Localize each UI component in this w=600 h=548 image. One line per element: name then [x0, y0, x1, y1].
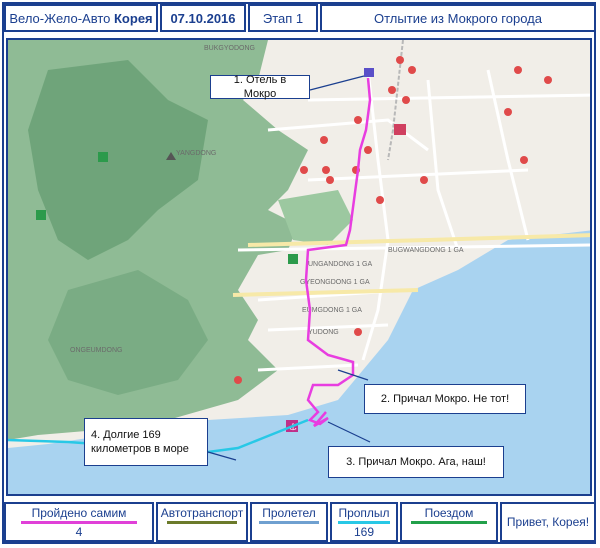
footer-sailed-value: 169 [353, 525, 375, 539]
footer-car: Автотранспорт [156, 502, 248, 542]
map-area[interactable]: YANGDONG BUKGYODONG UNGANDONG 1 GA GYEON… [6, 38, 592, 496]
callout-sea: 4. Долгие 169 километров в море [84, 418, 208, 466]
header-stage: Этап 1 [248, 4, 318, 32]
footer-sailed-legend-bar [338, 521, 390, 524]
footer-walked: Пройдено самим 4 [4, 502, 154, 542]
footer-flew-legend-bar [259, 521, 319, 524]
district-label: ONGEUMDONG [70, 347, 123, 354]
hotel-icon [364, 68, 374, 77]
footer-greeting: Привет, Корея! [500, 502, 596, 542]
museum-icon [98, 152, 108, 162]
district-label: UNGANDONG 1 GA [308, 261, 373, 268]
header-project: Вело-Жело-Авто Корея [4, 4, 158, 32]
footer-sailed: Проплыл 169 [330, 502, 398, 542]
footer-greeting-text: Привет, Корея! [506, 515, 590, 529]
footer-train-label: Поездом [424, 506, 474, 520]
district-label: YANGDONG [176, 150, 216, 157]
museum-icon [36, 210, 46, 220]
header-project-name: Вело-Жело-Авто [9, 10, 111, 26]
footer-train-legend-bar [411, 521, 487, 524]
callout-pier-wrong: 2. Причал Мокро. Не тот! [364, 384, 526, 414]
header-date: 07.10.2016 [160, 4, 246, 32]
footer-car-label: Автотранспорт [160, 506, 244, 520]
callout-pier-right: 3. Причал Мокро. Ага, наш! [328, 446, 504, 478]
callout-hotel: 1. Отель в Мокро [210, 74, 310, 100]
footer-walked-label: Пройдено самим [31, 506, 127, 520]
station-icon [394, 124, 406, 135]
footer-train: Поездом [400, 502, 498, 542]
footer-flew: Пролетел [250, 502, 328, 542]
footer-flew-label: Пролетел [262, 506, 316, 520]
footer-sailed-label: Проплыл [338, 506, 390, 520]
district-label: GYEONGDONG 1 GA [300, 279, 370, 286]
footer-car-legend-bar [166, 521, 238, 524]
district-label: BUKGYODONG [204, 45, 255, 52]
museum-icon [288, 254, 298, 264]
header-title: Отлытие из Мокрого города [320, 4, 596, 32]
district-label: YUDONG [308, 329, 339, 336]
district-label: BUGWANGDONG 1 GA [388, 247, 464, 254]
header-country: Корея [114, 10, 153, 26]
footer-walked-value: 4 [75, 525, 83, 539]
footer-walked-legend-bar [20, 521, 138, 524]
